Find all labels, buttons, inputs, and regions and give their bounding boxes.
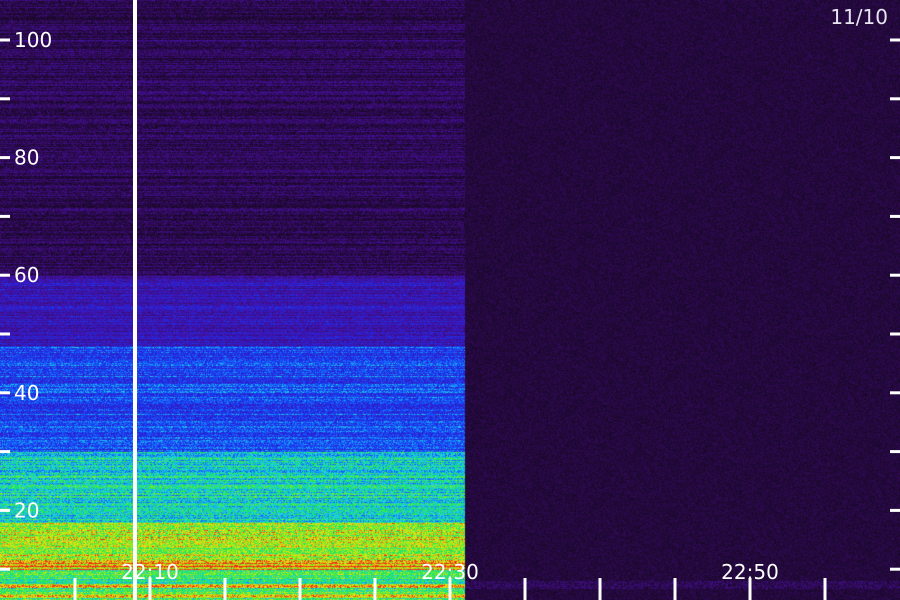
x-tick-label: 22:50 <box>721 560 779 584</box>
x-tick-labels: 22:10 22:30 22:50 <box>121 560 779 584</box>
y-tick-labels: 20 40 60 80 100 <box>14 28 52 522</box>
date-label: 11/10 <box>830 5 888 29</box>
y-tick-label: 40 <box>14 381 39 405</box>
y-tick-label: 20 <box>14 498 39 522</box>
chart-axes: 20 40 60 80 100 22:10 22:30 22:50 11/10 <box>0 0 900 600</box>
y-tick-label: 60 <box>14 263 39 287</box>
x-tick-label: 22:10 <box>121 560 179 584</box>
x-tick-label: 22:30 <box>421 560 479 584</box>
y-tick-label: 80 <box>14 146 39 170</box>
y-ticks-right <box>890 38 900 571</box>
spectrogram-panel: 20 40 60 80 100 22:10 22:30 22:50 11/10 <box>0 0 900 600</box>
y-ticks-left <box>0 38 10 571</box>
y-tick-label: 100 <box>14 28 52 52</box>
